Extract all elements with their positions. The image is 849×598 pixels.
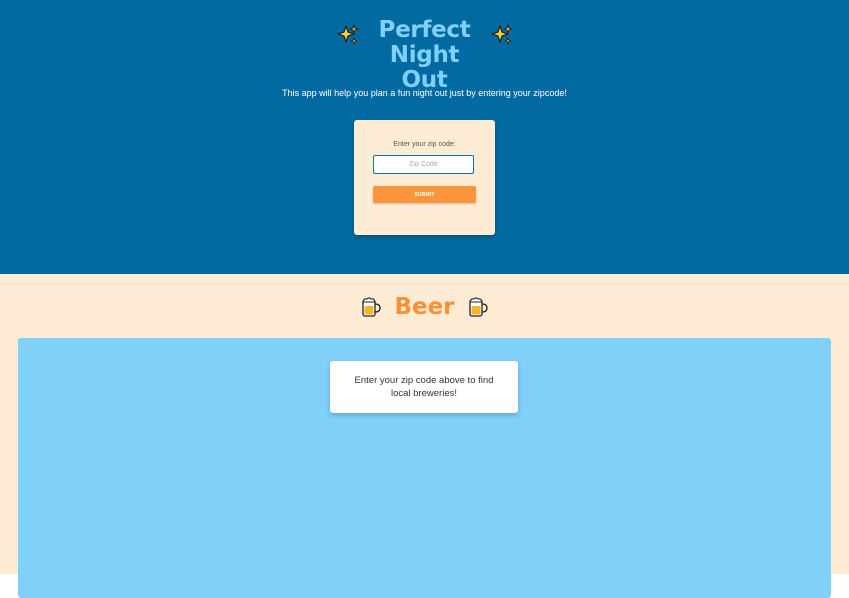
zip-label: Enter your zip code: (393, 141, 456, 148)
beer-mug-icon (468, 296, 488, 318)
empty-state-card: Enter your zip code above to find local … (330, 361, 518, 413)
brewery-results-panel: Enter your zip code above to find local … (18, 338, 831, 598)
sparkles-icon (490, 24, 513, 46)
zip-code-input[interactable] (373, 155, 474, 174)
beer-title-row: Beer (0, 292, 849, 322)
app-description: This app will help you plan a fun night … (282, 88, 567, 98)
beer-mug-icon (361, 296, 382, 318)
page-title: Perfect Night Out (378, 17, 471, 93)
zip-form-card: Enter your zip code: SUBMIT (354, 120, 495, 235)
submit-button[interactable]: SUBMIT (373, 186, 476, 203)
empty-state-message: Enter your zip code above to find local … (354, 375, 494, 399)
hero-section: Perfect Night Out This app will help you… (0, 0, 849, 274)
sparkles-icon (336, 24, 359, 46)
beer-title: Beer (394, 294, 455, 320)
title-row: Perfect Night Out (0, 18, 849, 93)
beer-section: Beer Enter your zip code above to find l… (0, 274, 849, 598)
